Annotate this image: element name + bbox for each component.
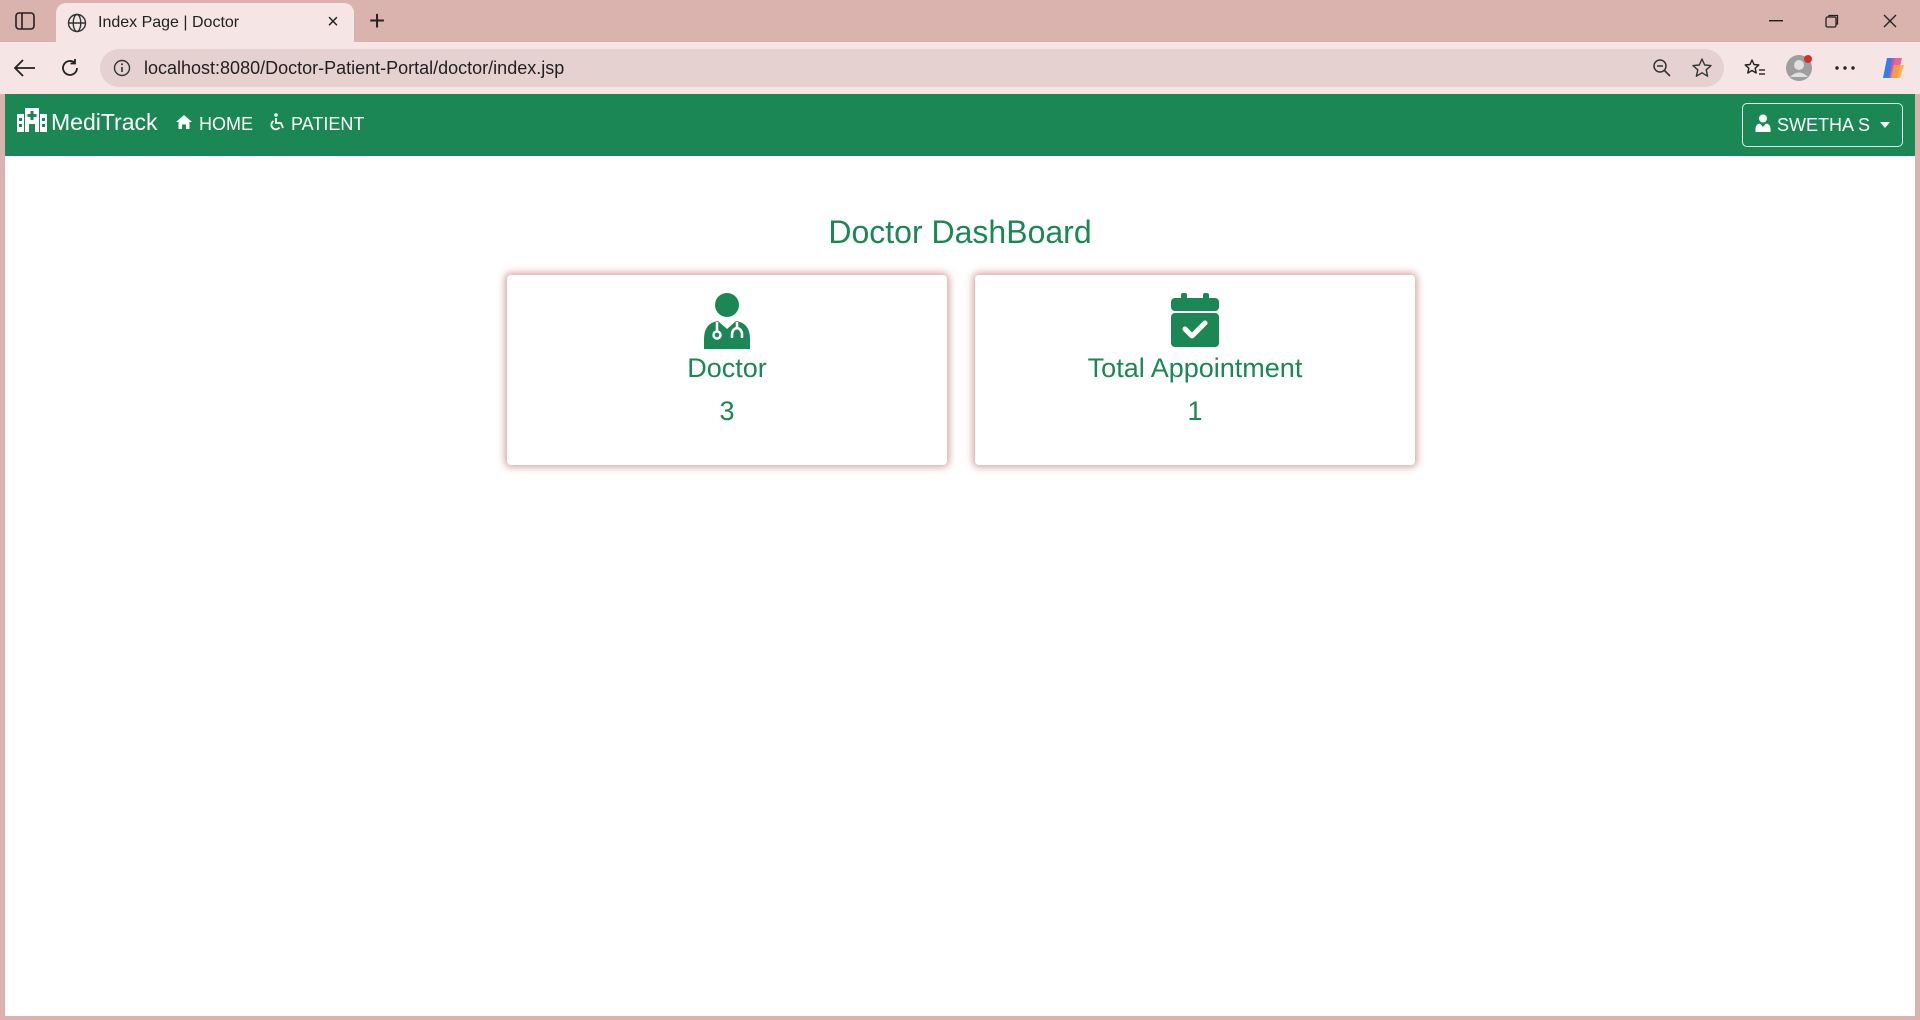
browser-tab-bar: Index Page | Doctor × + <box>0 0 1920 42</box>
doctor-icon <box>702 293 752 349</box>
more-options-icon[interactable] <box>1830 53 1860 83</box>
nav-patient-link[interactable]: PATIENT <box>269 113 364 136</box>
profile-avatar-icon[interactable] <box>1784 53 1814 83</box>
reload-icon[interactable] <box>55 53 85 83</box>
browser-toolbar: localhost:8080/Doctor-Patient-Portal/doc… <box>0 42 1920 94</box>
nav-patient-label: PATIENT <box>291 114 365 134</box>
appointment-card-label: Total Appointment <box>1087 353 1303 383</box>
brand-link[interactable]: MediTrack <box>17 108 158 137</box>
copilot-icon[interactable] <box>1878 53 1908 83</box>
appointment-count-card: Total Appointment 1 <box>975 275 1415 465</box>
caret-down-icon <box>1880 122 1890 128</box>
nav-links: HOME PATIENT <box>175 113 364 136</box>
nav-home-label: HOME <box>199 114 253 134</box>
back-icon[interactable] <box>10 53 40 83</box>
user-dropdown-button[interactable]: SWETHA S <box>1741 103 1903 147</box>
doctor-card-label: Doctor <box>687 353 767 383</box>
nav-home-link[interactable]: HOME <box>175 113 253 136</box>
doctor-card-value: 3 <box>719 396 735 426</box>
address-bar[interactable]: localhost:8080/Doctor-Patient-Portal/doc… <box>100 49 1724 87</box>
wheelchair-icon <box>269 113 285 136</box>
close-tab-icon[interactable]: × <box>322 11 344 34</box>
globe-icon <box>66 12 88 34</box>
page-viewport: MediTrack HOME PATIENT SWETHA S Doctor D… <box>5 94 1915 1016</box>
url-text[interactable]: localhost:8080/Doctor-Patient-Portal/doc… <box>144 58 1644 79</box>
user-name: SWETHA S <box>1776 114 1870 135</box>
user-doctor-icon <box>1755 114 1771 137</box>
browser-tab[interactable]: Index Page | Doctor × <box>56 3 354 42</box>
hospital-icon <box>17 108 47 137</box>
new-tab-icon[interactable]: + <box>364 5 390 36</box>
zoom-out-icon[interactable] <box>1644 50 1680 86</box>
sidebar-toggle-icon[interactable] <box>14 10 36 32</box>
tab-title: Index Page | Doctor <box>98 13 240 31</box>
doctor-count-card: Doctor 3 <box>507 275 947 465</box>
appointment-card-value: 1 <box>1187 396 1203 426</box>
minimize-icon[interactable] <box>1748 0 1804 42</box>
favorites-icon[interactable] <box>1740 53 1770 83</box>
window-close-icon[interactable] <box>1862 0 1918 42</box>
home-icon <box>175 114 193 135</box>
brand-name: MediTrack <box>51 109 158 135</box>
favorite-star-icon[interactable] <box>1684 50 1720 86</box>
restore-icon[interactable] <box>1804 0 1860 42</box>
page-title: Doctor DashBoard <box>828 214 1092 250</box>
site-info-icon[interactable] <box>112 58 132 78</box>
calendar-check-icon <box>1170 293 1220 349</box>
navbar: MediTrack HOME PATIENT SWETHA S <box>5 94 1915 156</box>
